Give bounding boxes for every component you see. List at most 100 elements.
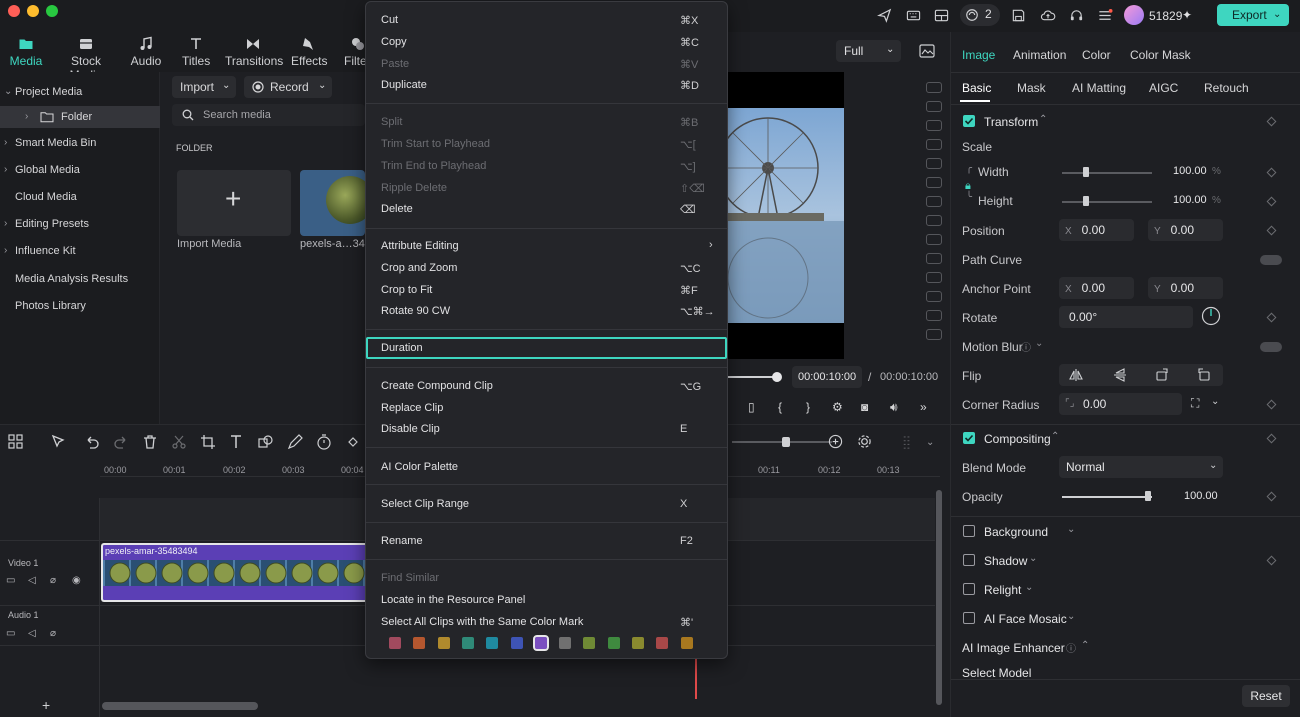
avatar[interactable]	[1124, 5, 1144, 25]
add-track-icon[interactable]: +	[42, 697, 50, 713]
tab-titles[interactable]: Titles	[182, 36, 210, 68]
tab-transitions[interactable]: Transitions	[225, 36, 283, 68]
help-icon[interactable]: ⓘ	[1066, 640, 1076, 655]
color-mark-swatch[interactable]	[510, 637, 523, 649]
subtab-mask[interactable]: Mask	[1017, 81, 1046, 95]
width-slider[interactable]	[1062, 172, 1152, 174]
cloud-upload-icon[interactable]	[1040, 8, 1056, 23]
shadow-heading[interactable]: Shadow	[984, 554, 1027, 568]
color-mark-swatch[interactable]	[389, 637, 401, 649]
keyframe-diamond-icon[interactable]	[1266, 491, 1277, 502]
menu-item-duplicate[interactable]: Duplicate	[381, 79, 427, 91]
lock-icon[interactable]: ⌀	[50, 628, 56, 639]
volume-icon[interactable]: ◁	[28, 575, 36, 586]
chevron-down-icon[interactable]: ⌄	[1067, 611, 1075, 622]
chevron-down-icon[interactable]: ⌄	[1035, 338, 1043, 349]
color-mark-swatch[interactable]	[656, 637, 669, 649]
transform-checkbox[interactable]	[963, 115, 975, 127]
flip-horizontal-icon[interactable]	[1069, 368, 1083, 382]
current-time[interactable]: 00:00:10:00	[792, 366, 862, 388]
menu-item-crop-and-zoom[interactable]: Crop and Zoom	[381, 262, 457, 274]
menu-item-copy[interactable]: Copy	[381, 36, 407, 48]
layout-icon[interactable]	[934, 8, 949, 23]
color-mark-swatch[interactable]	[486, 637, 499, 649]
subtab-aigc[interactable]: AIGC	[1149, 81, 1178, 95]
media-thumbnail[interactable]	[300, 170, 365, 236]
keyframe-diamond-icon[interactable]	[1266, 167, 1277, 178]
menu-item-cut[interactable]: Cut	[381, 14, 398, 26]
zoom-window-button[interactable]	[46, 5, 58, 17]
color-mark-swatch[interactable]	[680, 637, 693, 649]
chevron-down-icon[interactable]: ⌄	[1029, 553, 1037, 564]
menu-item-paste[interactable]: Paste	[381, 58, 409, 70]
folder-outline-icon[interactable]: ▭	[6, 628, 15, 639]
color-mark-swatch[interactable]	[583, 637, 596, 649]
sidebar-item-folder[interactable]: › Folder	[0, 106, 160, 128]
blend-mode-select[interactable]: Normal ⌄	[1059, 456, 1223, 478]
quality-select[interactable]: Full ⌄	[836, 40, 901, 62]
relight-checkbox[interactable]	[963, 583, 975, 595]
headset-icon[interactable]	[1069, 8, 1084, 23]
ai-image-enhancer-heading[interactable]: AI Image Enhancer	[962, 641, 1065, 655]
camera-icon[interactable]: ◙	[861, 400, 868, 414]
color-mark-swatch[interactable]	[461, 637, 474, 649]
preview-canvas[interactable]	[728, 72, 844, 359]
minimize-window-button[interactable]	[27, 5, 39, 17]
volume-icon[interactable]: ◁	[28, 628, 36, 639]
help-icon[interactable]: ⓘ	[1021, 339, 1031, 354]
folder-outline-icon[interactable]: ▭	[6, 575, 15, 586]
menu-item-select-same-color-mark[interactable]: Select All Clips with the Same Color Mar…	[381, 616, 583, 628]
chevron-down-icon[interactable]: ⌄	[926, 437, 934, 448]
trash-icon[interactable]	[141, 433, 159, 451]
playback-progress[interactable]	[728, 376, 778, 378]
eye-icon[interactable]: ◉	[72, 575, 81, 586]
menu-item-disable-clip[interactable]: Disable Clip	[381, 423, 440, 435]
rotate-right-icon[interactable]	[1197, 368, 1211, 382]
rotate-field[interactable]: 0.00°	[1059, 306, 1193, 328]
menu-item-attribute-editing[interactable]: Attribute Editing	[381, 240, 459, 252]
menu-item-split[interactable]: Split	[381, 116, 402, 128]
volume-icon[interactable]: 🔊︎	[890, 400, 898, 415]
timer-icon[interactable]	[315, 433, 333, 451]
keyframe-diamond-icon[interactable]	[1266, 399, 1277, 410]
height-value[interactable]: 100.00	[1173, 194, 1207, 206]
chevron-down-icon[interactable]: ⌄	[1211, 396, 1219, 407]
scissors-icon[interactable]	[170, 433, 188, 451]
import-media-tile[interactable]: +	[177, 170, 291, 236]
marker-icon[interactable]: ▯	[748, 400, 755, 414]
text-tool-icon[interactable]	[228, 433, 246, 451]
chevron-up-icon[interactable]: ⌃	[1081, 640, 1089, 651]
chevron-down-icon[interactable]: ⌄	[1067, 524, 1075, 535]
tab-image[interactable]: Image	[962, 48, 995, 62]
keyframe-diamond-icon[interactable]	[1266, 433, 1277, 444]
color-mark-swatch[interactable]	[607, 637, 620, 649]
keyframe-icon[interactable]	[344, 433, 362, 451]
opacity-slider-knob[interactable]	[1145, 491, 1151, 501]
chevron-up-icon[interactable]: ⌃	[1051, 431, 1059, 442]
subtab-ai-matting[interactable]: AI Matting	[1072, 81, 1126, 95]
transform-heading[interactable]: Transform	[984, 115, 1038, 129]
import-button[interactable]: Import ⌄	[172, 76, 236, 98]
keyframe-diamond-icon[interactable]	[1266, 225, 1277, 236]
subtab-retouch[interactable]: Retouch	[1204, 81, 1249, 95]
video-clip[interactable]: pexels-amar-35483494	[101, 543, 365, 602]
color-mark-swatch[interactable]	[532, 635, 549, 651]
subtab-basic[interactable]: Basic	[962, 81, 991, 95]
sidebar-item-smart-media-bin[interactable]: › Smart Media Bin	[0, 132, 160, 154]
opacity-value[interactable]: 100.00	[1184, 490, 1218, 502]
menu-item-duration[interactable]: Duration	[381, 342, 423, 354]
send-icon[interactable]	[877, 8, 892, 23]
menu-item-rotate-90-cw[interactable]: Rotate 90 CW	[381, 305, 450, 317]
sidebar-item-media-analysis[interactable]: Media Analysis Results	[0, 268, 160, 290]
grip-icon[interactable]	[900, 434, 915, 451]
record-button[interactable]: Record ⌄	[244, 76, 332, 98]
menu-icon[interactable]	[1097, 8, 1113, 23]
menu-item-select-clip-range[interactable]: Select Clip Range	[381, 498, 469, 510]
keyframe-diamond-icon[interactable]	[1266, 312, 1277, 323]
notifications-button[interactable]: 2	[960, 4, 1000, 26]
color-mark-swatch[interactable]	[632, 637, 644, 649]
settings-icon[interactable]: ⚙	[832, 400, 843, 414]
relight-heading[interactable]: Relight	[984, 583, 1021, 597]
mark-in-icon[interactable]: {	[778, 400, 782, 414]
sidebar-item-global-media[interactable]: › Global Media	[0, 159, 160, 181]
